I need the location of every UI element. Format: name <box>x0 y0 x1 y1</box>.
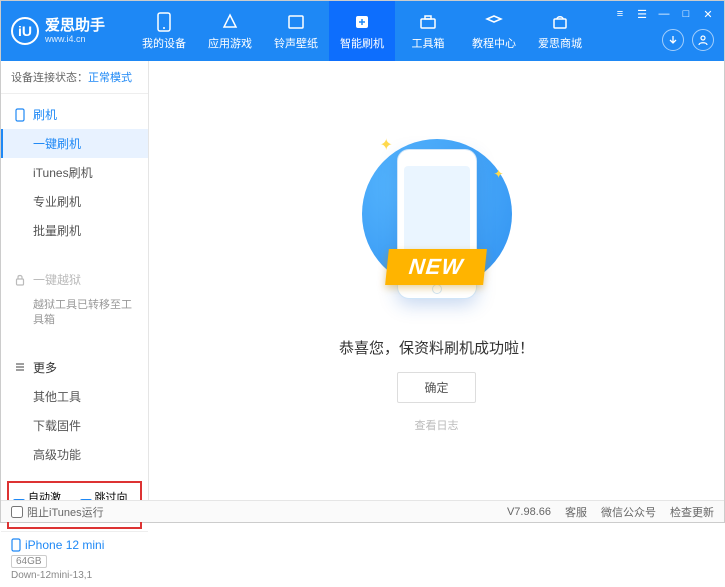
device-name: iPhone 12 mini <box>11 538 138 552</box>
connection-status: 设备连接状态：正常模式 <box>1 61 148 94</box>
nav-label: 工具箱 <box>412 35 445 51</box>
sidebar-label: 更多 <box>33 359 57 376</box>
check-update-link[interactable]: 检查更新 <box>670 504 714 520</box>
nav-toolbox[interactable]: 工具箱 <box>395 1 461 61</box>
maximize-button[interactable]: □ <box>678 7 694 21</box>
wechat-link[interactable]: 微信公众号 <box>601 504 656 520</box>
app-url: www.i4.cn <box>45 34 105 44</box>
app-header: iU 爱思助手 www.i4.cn 我的设备 应用游戏 铃声壁纸 智能刷机 工具… <box>1 1 724 61</box>
logo-icon: iU <box>11 17 39 45</box>
checkbox-input[interactable] <box>11 506 23 518</box>
nav-store[interactable]: 爱思商城 <box>527 1 593 61</box>
sidebar-jailbreak-header: 一键越狱 <box>1 265 148 294</box>
ok-button[interactable]: 确定 <box>397 372 475 403</box>
flash-icon <box>352 12 372 32</box>
checkbox-label: 阻止iTunes运行 <box>27 504 104 520</box>
sidebar-item-other[interactable]: 其他工具 <box>1 382 148 411</box>
main-content: ✦ ✦ NEW 恭喜您，保资料刷机成功啦！ 确定 查看日志 <box>149 61 724 500</box>
new-banner: NEW <box>385 249 487 285</box>
menu-icon[interactable]: ≡ <box>612 7 628 21</box>
nav-label: 教程中心 <box>472 35 516 51</box>
nav-label: 智能刷机 <box>340 35 384 51</box>
close-button[interactable]: ✕ <box>700 7 716 21</box>
device-storage: 64GB <box>11 555 47 568</box>
nav-my-device[interactable]: 我的设备 <box>131 1 197 61</box>
device-icon <box>11 538 21 552</box>
nav-apps[interactable]: 应用游戏 <box>197 1 263 61</box>
toolbox-icon <box>418 12 438 32</box>
sparkle-icon: ✦ <box>493 167 503 181</box>
sidebar-label: 一键越狱 <box>33 271 81 288</box>
sidebar-item-batch[interactable]: 批量刷机 <box>1 216 148 245</box>
conn-mode: 正常模式 <box>88 72 132 84</box>
nav-label: 爱思商城 <box>538 35 582 51</box>
minimize-button[interactable]: — <box>656 7 672 21</box>
logo-area: iU 爱思助手 www.i4.cn <box>1 17 131 45</box>
status-bar: 阻止iTunes运行 V7.98.66 客服 微信公众号 检查更新 <box>1 500 724 522</box>
success-illustration: ✦ ✦ NEW <box>352 129 522 319</box>
header-action-icons <box>662 29 714 51</box>
nav-label: 我的设备 <box>142 35 186 51</box>
sidebar-item-itunes[interactable]: iTunes刷机 <box>1 158 148 187</box>
sidebar-item-advanced[interactable]: 高级功能 <box>1 440 148 469</box>
block-itunes-checkbox[interactable]: 阻止iTunes运行 <box>11 504 104 520</box>
conn-prefix: 设备连接状态： <box>11 72 88 84</box>
sidebar-more-header[interactable]: 更多 <box>1 353 148 382</box>
version-label: V7.98.66 <box>507 506 551 518</box>
sidebar-item-pro[interactable]: 专业刷机 <box>1 187 148 216</box>
main-nav: 我的设备 应用游戏 铃声壁纸 智能刷机 工具箱 教程中心 爱思商城 <box>131 1 593 61</box>
phone-small-icon <box>13 108 27 122</box>
wallpaper-icon <box>286 12 306 32</box>
sparkle-icon: ✦ <box>380 135 393 155</box>
lock-icon <box>13 274 27 286</box>
nav-ringtones[interactable]: 铃声壁纸 <box>263 1 329 61</box>
nav-tutorials[interactable]: 教程中心 <box>461 1 527 61</box>
view-log-link[interactable]: 查看日志 <box>415 417 459 433</box>
user-icon[interactable] <box>692 29 714 51</box>
app-title: 爱思助手 <box>45 18 105 35</box>
sidebar-item-oneclick[interactable]: 一键刷机 <box>1 129 148 158</box>
phone-icon <box>154 12 174 32</box>
customer-service-link[interactable]: 客服 <box>565 504 587 520</box>
tutorial-icon <box>484 12 504 32</box>
device-model: Down-12mini-13,1 <box>11 570 138 581</box>
sidebar-label: 刷机 <box>33 106 57 123</box>
settings-icon[interactable]: ☰ <box>634 7 650 21</box>
device-block[interactable]: iPhone 12 mini 64GB Down-12mini-13,1 <box>1 531 148 587</box>
apps-icon <box>220 12 240 32</box>
list-icon <box>13 362 27 372</box>
jailbreak-note: 越狱工具已转移至工具箱 <box>1 294 148 333</box>
store-icon <box>550 12 570 32</box>
sidebar: 设备连接状态：正常模式 刷机 一键刷机 iTunes刷机 专业刷机 批量刷机 一… <box>1 61 149 500</box>
success-message: 恭喜您，保资料刷机成功啦！ <box>339 337 534 358</box>
nav-label: 铃声壁纸 <box>274 35 318 51</box>
sidebar-flash-header[interactable]: 刷机 <box>1 100 148 129</box>
window-controls: ≡ ☰ — □ ✕ <box>612 7 716 21</box>
nav-label: 应用游戏 <box>208 35 252 51</box>
download-icon[interactable] <box>662 29 684 51</box>
nav-flash[interactable]: 智能刷机 <box>329 1 395 61</box>
sidebar-item-download[interactable]: 下载固件 <box>1 411 148 440</box>
